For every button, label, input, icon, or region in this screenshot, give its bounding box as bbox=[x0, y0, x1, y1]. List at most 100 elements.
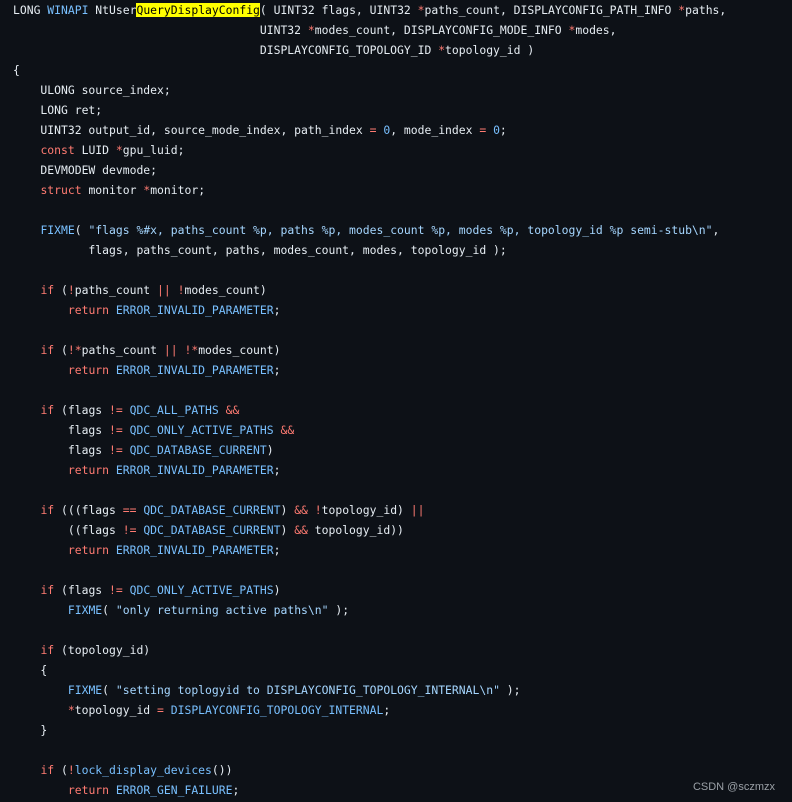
code-token-number: 0 bbox=[493, 123, 500, 137]
code-token-op: !* bbox=[67, 343, 82, 357]
code-token-op: != bbox=[122, 523, 137, 537]
code-token-macro: ERROR_INVALID_PARAMETER bbox=[115, 543, 274, 557]
code-token-plain: UINT32 output_id, source_mode_index, pat… bbox=[13, 123, 370, 137]
code-line: if (((flags == QDC_DATABASE_CURRENT) && … bbox=[13, 500, 792, 520]
code-token-plain: gpu_luid; bbox=[122, 143, 185, 157]
code-line: } bbox=[13, 720, 792, 740]
code-token-plain: ) bbox=[266, 443, 274, 457]
code-token-plain: ); bbox=[499, 683, 521, 697]
code-line: FIXME( "setting toplogyid to DISPLAYCONF… bbox=[13, 680, 792, 700]
code-token-plain: modes_count) bbox=[184, 283, 267, 297]
code-token-keyword: return bbox=[67, 463, 110, 477]
code-token-op: * bbox=[307, 23, 315, 37]
code-line: return ERROR_INVALID_PARAMETER; bbox=[13, 300, 792, 320]
code-token-plain: ; bbox=[273, 303, 281, 317]
code-token-op: && bbox=[225, 403, 240, 417]
code-token-plain: modes, bbox=[575, 23, 617, 37]
code-token-op: * bbox=[115, 143, 123, 157]
code-token-plain: DEVMODEW devmode; bbox=[13, 163, 158, 177]
code-token-plain: ; bbox=[499, 123, 507, 137]
code-token-keyword: return bbox=[67, 543, 110, 557]
code-token-op: != bbox=[109, 583, 123, 597]
code-token-plain: modes_count, DISPLAYCONFIG_MODE_INFO bbox=[314, 23, 569, 37]
code-line: flags != QDC_DATABASE_CURRENT) bbox=[13, 440, 792, 460]
code-token-plain: { bbox=[13, 63, 20, 77]
code-token-op: != bbox=[109, 443, 123, 457]
code-token-op: || bbox=[410, 503, 425, 517]
code-token-plain: ( bbox=[54, 283, 68, 297]
code-token-plain: UINT32 bbox=[13, 23, 308, 37]
code-token-highlight: QueryDisplayConfig bbox=[136, 3, 260, 17]
code-token-macro: QDC_ONLY_ACTIVE_PATHS bbox=[129, 423, 274, 437]
code-token-macro: DISPLAYCONFIG_TOPOLOGY_INTERNAL bbox=[170, 703, 384, 717]
code-line: LONG WINAPI NtUserQueryDisplayConfig( UI… bbox=[13, 0, 792, 20]
code-line: if (!paths_count || !modes_count) bbox=[13, 280, 792, 300]
code-line: LONG ret; bbox=[13, 100, 792, 120]
code-token-op: ! bbox=[314, 503, 322, 517]
code-token-plain: NtUser bbox=[88, 3, 137, 17]
code-token-plain: ); bbox=[328, 603, 350, 617]
code-token-macro: QDC_DATABASE_CURRENT bbox=[143, 523, 281, 537]
code-line: FIXME( "only returning active paths\n" )… bbox=[13, 600, 792, 620]
code-line: DISPLAYCONFIG_TOPOLOGY_ID *topology_id ) bbox=[13, 40, 792, 60]
code-token-macro: WINAPI bbox=[47, 3, 89, 17]
code-line: UINT32 *modes_count, DISPLAYCONFIG_MODE_… bbox=[13, 20, 792, 40]
code-line: { bbox=[13, 60, 792, 80]
code-token-op: != bbox=[109, 403, 123, 417]
code-token-plain: topology_id bbox=[74, 703, 158, 717]
code-token-op: && bbox=[294, 503, 308, 517]
code-token-macro: FIXME bbox=[67, 603, 103, 617]
code-viewer: LONG WINAPI NtUserQueryDisplayConfig ( UI… bbox=[0, 0, 792, 802]
code-token-plain: LONG bbox=[13, 3, 48, 17]
code-token-plain: ( bbox=[74, 223, 89, 237]
code-token-plain: ; bbox=[232, 783, 240, 797]
code-token-plain: flags, paths_count, paths, modes_count, … bbox=[13, 243, 507, 257]
code-token-plain: ()) bbox=[211, 763, 233, 777]
code-token-op: ! bbox=[67, 763, 75, 777]
code-token-plain: ; bbox=[273, 463, 281, 477]
code-token-plain: flags bbox=[13, 443, 110, 457]
code-token-macro: FIXME bbox=[40, 223, 75, 237]
code-token-plain: ULONG source_index; bbox=[13, 83, 171, 97]
code-token-op: != bbox=[109, 423, 123, 437]
code-token-plain: paths_count, DISPLAYCONFIG_PATH_INFO bbox=[424, 3, 679, 17]
code-token-string: "only returning active paths\n" bbox=[115, 603, 329, 617]
code-line: UINT32 output_id, source_mode_index, pat… bbox=[13, 120, 792, 140]
code-token-keyword: if bbox=[40, 643, 55, 657]
code-line: return ERROR_INVALID_PARAMETER; bbox=[13, 460, 792, 480]
code-line: return ERROR_INVALID_PARAMETER; bbox=[13, 360, 792, 380]
code-token-macro: QDC_ONLY_ACTIVE_PATHS bbox=[129, 583, 274, 597]
code-token-plain: topology_id)) bbox=[307, 523, 404, 537]
code-token-plain: paths_count bbox=[74, 283, 158, 297]
code-line: return ERROR_GEN_FAILURE; bbox=[13, 780, 792, 800]
code-token-keyword: struct bbox=[40, 183, 82, 197]
code-token-plain: LUID bbox=[74, 143, 116, 157]
code-line: DEVMODEW devmode; bbox=[13, 160, 792, 180]
code-token-plain: ((flags bbox=[13, 523, 123, 537]
code-token-plain: ) bbox=[280, 503, 295, 517]
code-lines: LONG WINAPI NtUserQueryDisplayConfig ( UI… bbox=[13, 0, 792, 800]
code-token-plain: , mode_index bbox=[390, 123, 480, 137]
code-token-op: == bbox=[122, 503, 137, 517]
code-token-keyword: if bbox=[40, 503, 55, 517]
